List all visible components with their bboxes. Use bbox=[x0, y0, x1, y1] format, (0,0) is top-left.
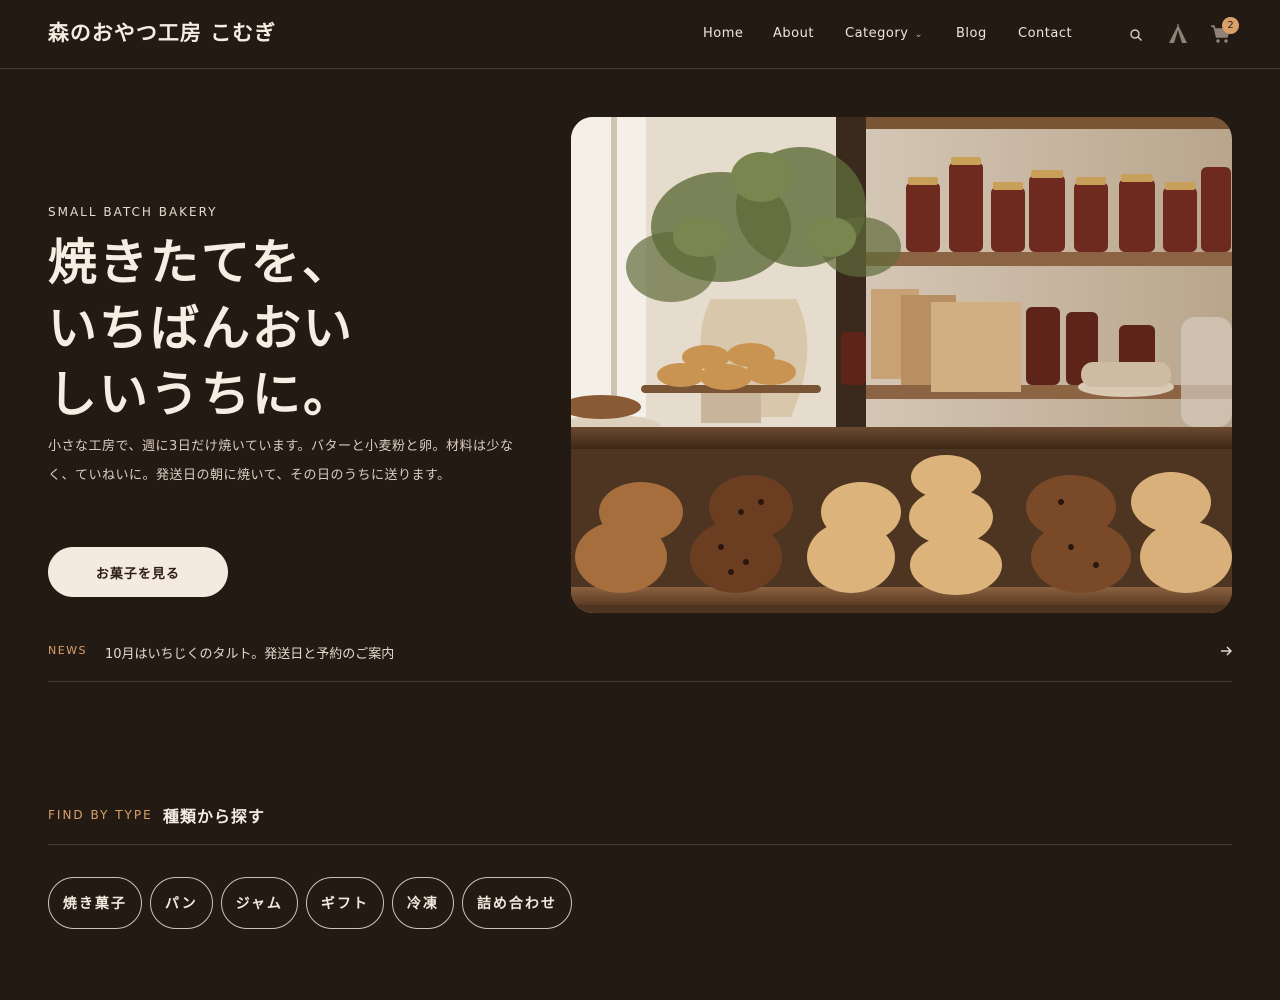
hero-description: 小さな工房で、週に3日だけ焼いています。バターと小麦粉と卵。材料は少なく、ていね… bbox=[48, 439, 514, 483]
hero-headline: 焼きたてを、 いちばんおい しいうちに。 bbox=[48, 230, 408, 428]
chip-gift[interactable]: ギフト bbox=[306, 877, 385, 929]
arrow-right-icon[interactable] bbox=[1220, 642, 1232, 661]
news-label: NEWS bbox=[48, 644, 88, 657]
headline-line: いちばんおい bbox=[48, 300, 355, 357]
find-by-type-label: FIND BY TYPE bbox=[48, 808, 153, 822]
cart-count-badge: 2 bbox=[1222, 17, 1239, 34]
news-bar[interactable]: NEWS 10月はいちじくのタルト。発送日と予約のご案内 bbox=[48, 634, 1232, 682]
find-by-type-title: 種類から探す bbox=[163, 807, 266, 826]
site-header: 森のおやつ工房 こむぎ Home About Category ⌄ Blog Co… bbox=[0, 0, 1280, 69]
chip-baked-sweets[interactable]: 焼き菓子 bbox=[48, 877, 142, 929]
headline-line: 焼きたてを、 bbox=[48, 234, 354, 291]
headline-line: しいうちに。 bbox=[48, 366, 355, 423]
section-divider bbox=[48, 844, 1232, 845]
bakery-photo bbox=[571, 117, 1232, 613]
nav-blog[interactable]: Blog bbox=[956, 26, 987, 41]
chip-assortment[interactable]: 詰め合わせ bbox=[462, 877, 573, 929]
hero-eyebrow: SMALL BATCH BAKERY bbox=[48, 205, 218, 219]
chip-jam[interactable]: ジャム bbox=[220, 877, 299, 929]
tent-icon[interactable] bbox=[1168, 24, 1188, 48]
site-logo[interactable]: 森のおやつ工房 こむぎ bbox=[48, 17, 276, 47]
nav-about[interactable]: About bbox=[773, 26, 814, 41]
hero-image bbox=[571, 117, 1232, 613]
category-chips: 焼き菓子 パン ジャム ギフト 冷凍 詰め合わせ bbox=[48, 877, 573, 929]
browse-sweets-button[interactable]: お菓子を見る bbox=[48, 547, 228, 597]
nav-category[interactable]: Category ⌄ bbox=[845, 26, 923, 41]
search-icon[interactable] bbox=[1129, 27, 1143, 46]
nav-home[interactable]: Home bbox=[703, 26, 743, 41]
nav-contact[interactable]: Contact bbox=[1018, 26, 1072, 41]
chip-frozen[interactable]: 冷凍 bbox=[392, 877, 455, 929]
nav-category-label: Category bbox=[845, 26, 909, 41]
chip-bread[interactable]: パン bbox=[150, 877, 213, 929]
chevron-down-icon: ⌄ bbox=[914, 29, 924, 40]
news-headline[interactable]: 10月はいちじくのタルト。発送日と予約のご案内 bbox=[105, 643, 394, 662]
